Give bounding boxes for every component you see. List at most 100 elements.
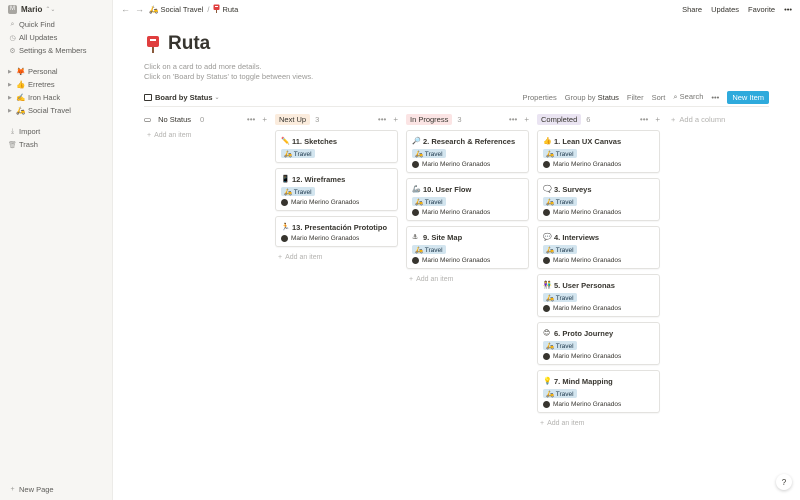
breadcrumb-parent[interactable]: 🛵 Social Travel [149, 5, 203, 14]
card-tag: 🛵 Travel [543, 389, 577, 398]
add-item-button[interactable]: + Add an item [275, 252, 398, 262]
caret-right-icon[interactable]: ▶ [8, 95, 16, 101]
card-emoji-icon: 😊 [543, 330, 551, 337]
page-title[interactable]: Ruta [168, 33, 210, 55]
column-name[interactable]: Completed [537, 113, 582, 125]
more-options-button[interactable]: ••• [784, 5, 792, 14]
board-card[interactable]: ✏️ 11. Sketches 🛵 Travel [275, 130, 398, 163]
toolbar-actions: Properties Group by Status Filter Sort ⌕… [523, 90, 769, 104]
column-more-button[interactable]: ••• [640, 115, 648, 124]
card-emoji-icon: 💬 [543, 234, 552, 241]
avatar [281, 199, 288, 206]
board-card[interactable]: 🦾 10. User Flow 🛵 Travel Mario Merino Grana… [406, 178, 529, 221]
card-title-text: 2. Research & References [423, 136, 516, 146]
filter-button[interactable]: Filter [627, 93, 644, 102]
add-item-button[interactable]: + Add an item [537, 418, 660, 428]
column-add-button[interactable]: + [393, 115, 398, 124]
card-tag: 🛵 Travel [281, 149, 315, 158]
column-header: Completed 6 ••• + [537, 113, 660, 125]
card-title-text: 11. Sketches [292, 136, 338, 146]
caret-right-icon[interactable]: ▶ [8, 108, 16, 114]
sidebar: M Mario ⌃⌄ ⌕ Quick Find ◷ All Updates ⚙ Setti… [0, 0, 113, 500]
workspace-switcher[interactable]: M Mario ⌃⌄ [0, 0, 112, 18]
column-add-button[interactable]: + [524, 115, 529, 124]
card-assignee: Mario Merino Granados [543, 257, 654, 264]
download-icon: ⤓ [10, 127, 15, 135]
sidebar-item-all-updates[interactable]: ◷ All Updates [0, 31, 112, 44]
column-add-button[interactable]: + [262, 115, 267, 124]
sidebar-page-iron-hack[interactable]: ▶ ✍️ Iron Hack [0, 91, 112, 104]
card-title-text: 6. Proto Journey [554, 328, 614, 338]
assignee-name: Mario Merino Granados [553, 401, 622, 408]
board-card[interactable]: 🗨️ 3. Surveys 🛵 Travel Mario Merino Granado… [537, 178, 660, 221]
sort-button[interactable]: Sort [652, 93, 666, 102]
assignee-name: Mario Merino Granados [422, 161, 491, 168]
sidebar-page-social-travel[interactable]: ▶ 🛵 Social Travel [0, 104, 112, 117]
board-icon [144, 93, 152, 101]
new-item-button[interactable]: New Item [727, 90, 769, 104]
board-card[interactable]: 💬 4. Interviews 🛵 Travel Mario Merino Grana… [537, 226, 660, 269]
card-assignee: Mario Merino Granados [543, 305, 654, 312]
breadcrumb-current[interactable]: Ruta [213, 4, 238, 14]
card-tag: 🛵 Travel [543, 293, 577, 302]
avatar [543, 257, 550, 264]
board-card[interactable]: 🏃 13. Presentación Prototipo Mario Merino … [275, 216, 398, 247]
view-switcher[interactable]: Board by Status ⌄ [144, 93, 220, 102]
search-icon: ⌕ [673, 92, 678, 101]
board-card[interactable]: ⚓ 9. Site Map 🛵 Travel Mario Merino Granado… [406, 226, 529, 269]
board-card[interactable]: 😊 6. Proto Journey 🛵 Travel Mario Merino Gr… [537, 322, 660, 365]
column-more-button[interactable]: ••• [378, 115, 386, 124]
toolbar-more-button[interactable]: ••• [711, 93, 719, 102]
caret-right-icon[interactable]: ▶ [8, 69, 16, 75]
card-title: 🗨️ 3. Surveys [543, 184, 654, 194]
board-card[interactable]: 📱 12. Wireframes 🛵 Travel Mario Merino Gran… [275, 168, 398, 211]
card-title: 🔎 2. Research & References [412, 136, 523, 146]
new-page-button[interactable]: + New Page [0, 483, 62, 496]
board-card[interactable]: 💡 7. Mind Mapping 🛵 Travel Mario Merino Gra… [537, 370, 660, 413]
group-by-button[interactable]: Group by Status [565, 93, 619, 102]
mailbox-icon[interactable] [146, 35, 160, 53]
sidebar-page-erretres[interactable]: ▶ 👍 Erretres [0, 78, 112, 91]
updates-button[interactable]: Updates [711, 5, 739, 14]
back-arrow-icon[interactable]: ← [121, 4, 130, 14]
board-card[interactable]: 👫 5. User Personas 🛵 Travel Mario Merino Gr… [537, 274, 660, 317]
sidebar-item-settings-members[interactable]: ⚙ Settings & Members [0, 44, 112, 57]
column-add-button[interactable]: + [655, 115, 660, 124]
column-name[interactable]: No Status [154, 114, 195, 125]
column-header: Next Up 3 ••• + [275, 113, 398, 125]
share-button[interactable]: Share [682, 5, 702, 14]
column-more-button[interactable]: ••• [509, 115, 517, 124]
sidebar-item-trash[interactable]: 🗑 Trash [0, 138, 112, 151]
topbar-actions: Share Updates Favorite ••• [682, 5, 792, 14]
card-title: 🏃 13. Presentación Prototipo [281, 222, 392, 232]
avatar [543, 161, 550, 168]
add-item-button[interactable]: + Add an item [406, 274, 529, 284]
add-column-button[interactable]: + Add a column [671, 113, 725, 125]
sidebar-page-personal[interactable]: ▶ 🦊 Personal [0, 65, 112, 78]
card-emoji-icon: ⚓ [412, 234, 419, 241]
topbar: ← → 🛵 Social Travel / Ruta Share Updates… [113, 0, 800, 18]
sidebar-item-quick-find[interactable]: ⌕ Quick Find [0, 18, 112, 31]
forward-arrow-icon[interactable]: → [135, 4, 144, 14]
column-name[interactable]: Next Up [275, 113, 311, 125]
properties-button[interactable]: Properties [523, 93, 557, 102]
page-description[interactable]: Click on a card to add more details. Cli… [144, 62, 313, 82]
help-button[interactable]: ? [776, 474, 792, 490]
column-more-button[interactable]: ••• [247, 115, 255, 124]
breadcrumb-separator: / [207, 4, 210, 14]
plus-icon: + [409, 275, 414, 283]
add-item-button[interactable]: + Add an item [144, 130, 267, 140]
board-card[interactable]: 👍 1. Lean UX Canvas 🛵 Travel Mario Merino G… [537, 130, 660, 173]
description-line: Click on 'Board by Status' to toggle bet… [144, 72, 314, 81]
avatar [543, 401, 550, 408]
caret-right-icon[interactable]: ▶ [8, 82, 16, 88]
sidebar-item-label: Import [19, 127, 41, 136]
sidebar-item-import[interactable]: ⤓ Import [0, 125, 112, 138]
card-assignee: Mario Merino Granados [543, 209, 654, 216]
column-header: ▭ No Status 0 ••• + [144, 113, 267, 125]
board-card[interactable]: 🔎 2. Research & References 🛵 Travel Mario M… [406, 130, 529, 173]
favorite-button[interactable]: Favorite [748, 5, 775, 14]
card-tag: 🛵 Travel [412, 197, 446, 206]
search-button[interactable]: ⌕ Search [673, 92, 703, 102]
column-name[interactable]: In Progress [406, 113, 453, 125]
